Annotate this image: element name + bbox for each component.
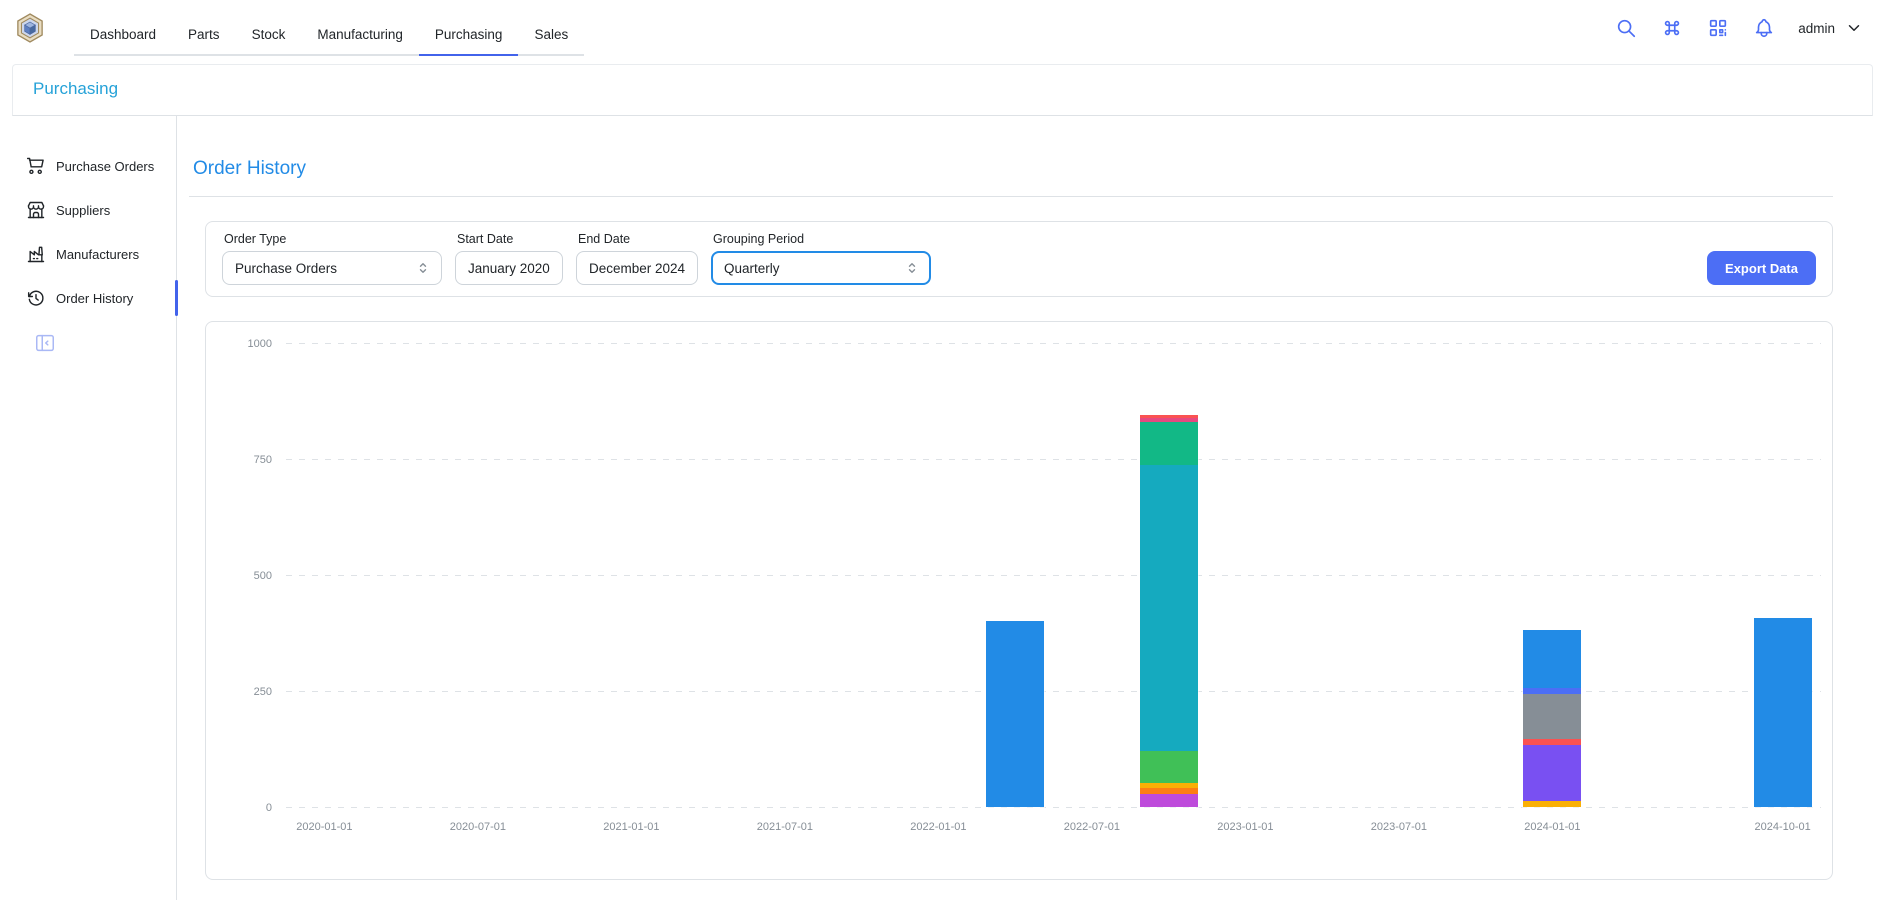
grouping-period-label: Grouping Period — [713, 232, 931, 246]
bar-segment — [986, 621, 1044, 807]
x-axis-tick-label: 2022-01-01 — [910, 821, 966, 833]
x-axis-tick-label: 2024-10-01 — [1754, 821, 1810, 833]
filter-card: Order Type Purchase Orders Start Date Ja… — [205, 221, 1833, 297]
breadcrumb-purchasing-link[interactable]: Purchasing — [33, 79, 118, 98]
export-data-button[interactable]: Export Data — [1707, 251, 1816, 285]
end-date-label: End Date — [578, 232, 698, 246]
x-axis-tick-label: 2021-01-01 — [603, 821, 659, 833]
sidebar-item-suppliers[interactable]: Suppliers — [12, 190, 176, 230]
gridline-0 — [286, 807, 1821, 808]
bar-segment — [1523, 801, 1581, 807]
bell-icon[interactable] — [1752, 16, 1776, 40]
gridline-250 — [286, 691, 1821, 692]
y-axis-tick-label: 750 — [254, 454, 272, 466]
bar-segment — [1140, 422, 1198, 466]
x-axis-tick-label: 2024-01-01 — [1524, 821, 1580, 833]
selector-updown-icon — [904, 260, 920, 276]
chevron-down-icon — [1845, 19, 1863, 37]
bar-2024-10-01[interactable] — [1753, 617, 1813, 808]
header-actions: admin — [1614, 16, 1863, 40]
y-axis-tick-label: 0 — [266, 802, 272, 814]
sidebar-item-purchase-orders[interactable]: Purchase Orders — [12, 146, 176, 186]
tab-manufacturing[interactable]: Manufacturing — [301, 13, 419, 56]
factory-icon — [26, 244, 46, 264]
qr-scan-icon[interactable] — [1706, 16, 1730, 40]
purchasing-sidebar: Purchase Orders Suppliers Manufacturers Ord… — [12, 116, 177, 900]
y-axis-tick-label: 250 — [254, 686, 272, 698]
grouping-period-select[interactable]: Quarterly — [711, 251, 931, 285]
main-nav-tabs: DashboardPartsStockManufacturingPurchasi… — [74, 13, 584, 56]
search-icon[interactable] — [1614, 16, 1638, 40]
bar-segment — [1140, 751, 1198, 783]
bar-2022-04-01[interactable] — [985, 620, 1045, 808]
page-title: Order History — [193, 158, 1833, 180]
tab-purchasing[interactable]: Purchasing — [419, 13, 519, 56]
username: admin — [1798, 21, 1835, 36]
order-history-chart-card: 0 250 500 750 1000 2020-01-01 2020-07-01 2021-0… — [205, 321, 1833, 880]
history-icon — [26, 288, 46, 308]
start-date-input[interactable]: January 2020 — [455, 251, 563, 285]
building-store-icon — [26, 200, 46, 220]
bar-segment — [1140, 465, 1198, 751]
gridline-750 — [286, 459, 1821, 460]
x-axis-tick-label: 2020-01-01 — [296, 821, 352, 833]
gridline-1000 — [286, 343, 1821, 344]
bar-segment — [1523, 694, 1581, 739]
bar-segment — [1523, 745, 1581, 801]
y-axis-tick-label: 500 — [254, 570, 272, 582]
top-navbar: DashboardPartsStockManufacturingPurchasi… — [0, 0, 1885, 56]
title-divider — [189, 196, 1833, 197]
order-type-label: Order Type — [224, 232, 442, 246]
x-axis-tick-label: 2020-07-01 — [450, 821, 506, 833]
sidebar-item-manufacturers[interactable]: Manufacturers — [12, 234, 176, 274]
breadcrumb: Purchasing — [12, 64, 1873, 116]
tab-sales[interactable]: Sales — [518, 13, 584, 56]
x-axis-tick-label: 2023-07-01 — [1371, 821, 1427, 833]
sidebar-item-label: Manufacturers — [56, 247, 139, 262]
stacked-bar-chart: 025050075010002020-01-012020-07-012021-0… — [286, 344, 1821, 808]
start-date-label: Start Date — [457, 232, 563, 246]
x-axis-tick-label: 2023-01-01 — [1217, 821, 1273, 833]
tab-parts[interactable]: Parts — [172, 13, 236, 56]
bar-2024-01-01[interactable] — [1522, 629, 1582, 808]
tab-stock[interactable]: Stock — [236, 13, 302, 56]
order-history-panel: Order History Order Type Purchase Orders… — [177, 116, 1873, 900]
gridline-500 — [286, 575, 1821, 576]
selector-updown-icon — [415, 260, 431, 276]
bar-2022-10-01[interactable] — [1139, 414, 1199, 808]
tab-dashboard[interactable]: Dashboard — [74, 13, 172, 56]
shopping-cart-icon — [26, 156, 46, 176]
y-axis-tick-label: 1000 — [248, 338, 272, 350]
command-icon[interactable] — [1660, 16, 1684, 40]
sidebar-item-label: Order History — [56, 291, 133, 306]
end-date-input[interactable]: December 2024 — [576, 251, 698, 285]
sidebar-item-label: Purchase Orders — [56, 159, 154, 174]
sidebar-item-label: Suppliers — [56, 203, 110, 218]
inventree-logo-icon[interactable] — [14, 12, 46, 44]
bar-segment — [1754, 618, 1812, 807]
bar-segment — [1140, 794, 1198, 807]
bar-segment — [1523, 630, 1581, 687]
order-type-select[interactable]: Purchase Orders — [222, 251, 442, 285]
x-axis-tick-label: 2022-07-01 — [1064, 821, 1120, 833]
user-menu[interactable]: admin — [1798, 19, 1863, 37]
sidebar-collapse-icon[interactable] — [34, 332, 56, 354]
x-axis-tick-label: 2021-07-01 — [757, 821, 813, 833]
sidebar-item-order-history[interactable]: Order History — [12, 278, 176, 318]
